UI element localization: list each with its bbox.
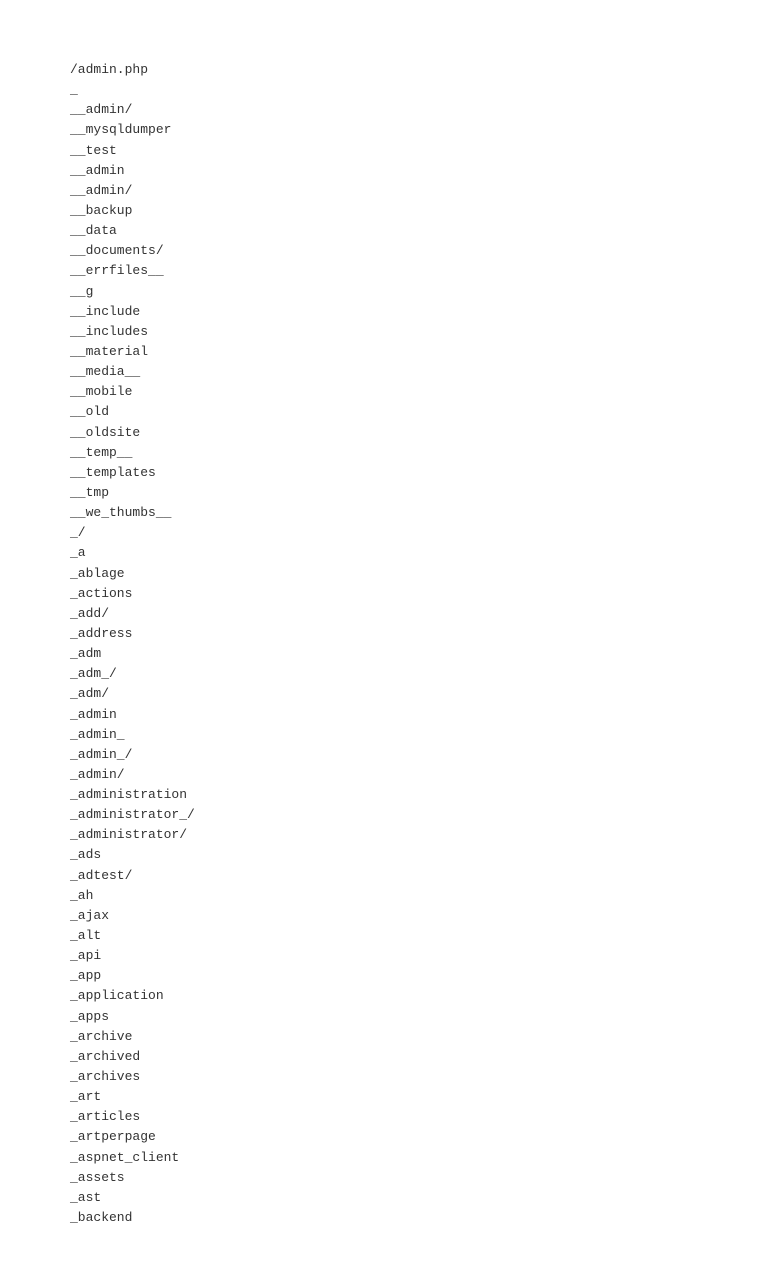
list-item: _adm_/: [70, 664, 698, 684]
list-item: __data: [70, 221, 698, 241]
list-item: __admin/: [70, 100, 698, 120]
list-item: _alt: [70, 926, 698, 946]
list-item: _admin/: [70, 765, 698, 785]
list-item: _ads: [70, 845, 698, 865]
list-item: _administration: [70, 785, 698, 805]
list-item: _api: [70, 946, 698, 966]
list-item: _adm: [70, 644, 698, 664]
list-item: _ast: [70, 1188, 698, 1208]
list-item: _adtest/: [70, 866, 698, 886]
list-item: _assets: [70, 1168, 698, 1188]
list-item: _admin_: [70, 725, 698, 745]
list-item: __errfiles__: [70, 261, 698, 281]
list-item: _administrator/: [70, 825, 698, 845]
list-item: __we_thumbs__: [70, 503, 698, 523]
list-item: _actions: [70, 584, 698, 604]
list-item: _articles: [70, 1107, 698, 1127]
list-item: __backup: [70, 201, 698, 221]
file-list: /admin.php___admin/__mysqldumper__test__…: [70, 60, 698, 1228]
list-item: __g: [70, 282, 698, 302]
list-item: __includes: [70, 322, 698, 342]
list-item: _aspnet_client: [70, 1148, 698, 1168]
list-item: __documents/: [70, 241, 698, 261]
list-item: __test: [70, 141, 698, 161]
list-item: __old: [70, 402, 698, 422]
list-item: _a: [70, 543, 698, 563]
list-item: _add/: [70, 604, 698, 624]
list-item: __admin: [70, 161, 698, 181]
list-item: __mysqldumper: [70, 120, 698, 140]
list-item: _/: [70, 523, 698, 543]
list-item: _archives: [70, 1067, 698, 1087]
list-item: __admin/: [70, 181, 698, 201]
list-item: _administrator_/: [70, 805, 698, 825]
list-item: __material: [70, 342, 698, 362]
list-item: _adm/: [70, 684, 698, 704]
list-item: __temp__: [70, 443, 698, 463]
list-item: _address: [70, 624, 698, 644]
list-item: _: [70, 80, 698, 100]
list-item: __mobile: [70, 382, 698, 402]
list-item: _archived: [70, 1047, 698, 1067]
list-item: __include: [70, 302, 698, 322]
list-item: __media__: [70, 362, 698, 382]
list-item: __tmp: [70, 483, 698, 503]
list-item: _application: [70, 986, 698, 1006]
list-item: _artperpage: [70, 1127, 698, 1147]
list-item: _admin: [70, 705, 698, 725]
list-item: /admin.php: [70, 60, 698, 80]
list-item: _ablage: [70, 564, 698, 584]
list-item: _backend: [70, 1208, 698, 1228]
list-item: _admin_/: [70, 745, 698, 765]
list-item: _ah: [70, 886, 698, 906]
list-item: __oldsite: [70, 423, 698, 443]
list-item: __templates: [70, 463, 698, 483]
list-item: _ajax: [70, 906, 698, 926]
list-item: _archive: [70, 1027, 698, 1047]
list-item: _app: [70, 966, 698, 986]
list-item: _art: [70, 1087, 698, 1107]
